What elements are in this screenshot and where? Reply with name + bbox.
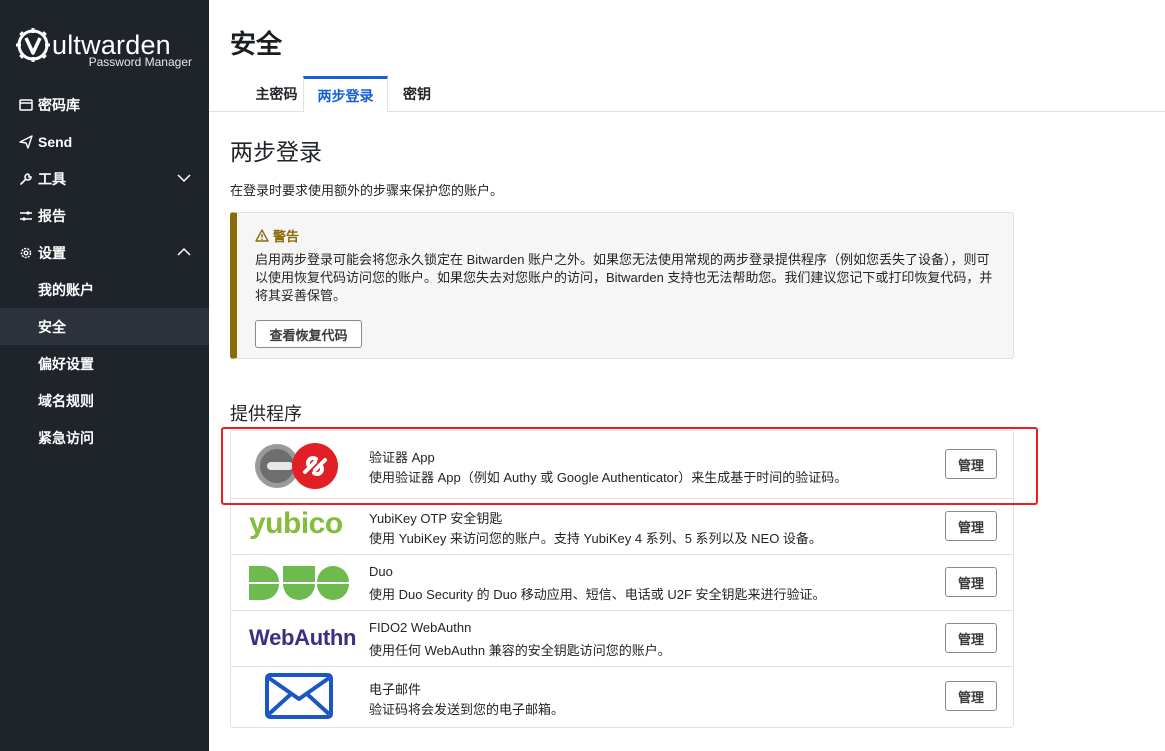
sidebar-item-label: 紧急访问	[38, 429, 94, 446]
webauthn-logo-icon: WebAuthn	[249, 625, 357, 650]
provider-name: FIDO2 WebAuthn	[369, 620, 472, 635]
vault-icon	[18, 97, 34, 113]
duo-logo-icon	[249, 566, 349, 600]
envelope-icon	[265, 673, 333, 719]
two-step-description: 在登录时要求使用额外的步骤来保护您的账户。	[230, 183, 504, 198]
sidebar-item-preferences[interactable]: 偏好设置	[0, 345, 209, 382]
highlight-box	[221, 427, 1038, 505]
providers-heading: 提供程序	[230, 404, 302, 424]
provider-row-duo: Duo 使用 Duo Security 的 Duo 移动应用、短信、电话或 U2…	[231, 555, 1013, 611]
sliders-icon	[18, 208, 34, 224]
tab-two-step-login[interactable]: 两步登录	[303, 76, 388, 113]
sidebar-item-label: 设置	[38, 244, 66, 261]
sidebar-item-label: Send	[38, 133, 73, 150]
main-content: 安全 主密码 两步登录 密钥 两步登录 在登录时要求使用额外的步骤来保护您的账户…	[209, 0, 1165, 751]
chevron-up-icon	[177, 247, 191, 256]
sidebar-item-emergency-access[interactable]: 紧急访问	[0, 419, 209, 456]
sidebar-item-label: 我的账户	[38, 281, 94, 298]
provider-name: 电子邮件	[369, 682, 422, 697]
vaultwarden-logo[interactable]: ultwarden Password Manager	[16, 28, 196, 72]
gear-icon	[18, 245, 34, 261]
sidebar-item-send[interactable]: Send	[0, 123, 209, 160]
sidebar-item-reports[interactable]: 报告	[0, 197, 209, 234]
warning-title: 警告	[255, 226, 299, 245]
manage-email-button[interactable]: 管理	[945, 681, 997, 711]
tab-label: 主密码	[255, 86, 298, 102]
sidebar-item-tools[interactable]: 工具	[0, 160, 209, 197]
warning-triangle-icon	[255, 229, 269, 242]
sidebar-item-settings[interactable]: 设置	[0, 234, 209, 271]
provider-name: YubiKey OTP 安全钥匙	[369, 511, 503, 526]
brand-subtitle: Password Manager	[88, 55, 192, 69]
provider-description: 使用 YubiKey 来访问您的账户。支持 YubiKey 4 系列、5 系列以…	[369, 531, 822, 546]
provider-row-yubikey: yubico YubiKey OTP 安全钥匙 使用 YubiKey 来访问您的…	[231, 499, 1013, 555]
provider-description: 使用任何 WebAuthn 兼容的安全钥匙访问您的账户。	[369, 643, 671, 658]
sidebar-item-label: 密码库	[38, 96, 80, 113]
sidebar-item-label: 安全	[38, 318, 66, 335]
provider-row-email: 电子邮件 验证码将会发送到您的电子邮箱。 管理	[231, 667, 1013, 727]
manage-yubikey-button[interactable]: 管理	[945, 511, 997, 541]
sidebar: ultwarden Password Manager 密码库 Send 工具 报…	[0, 0, 209, 751]
provider-description: 使用 Duo Security 的 Duo 移动应用、短信、电话或 U2F 安全…	[369, 587, 826, 602]
sidebar-item-security[interactable]: 安全	[0, 308, 209, 345]
warning-callout: 警告 启用两步登录可能会将您永久锁定在 Bitwarden 账户之外。如果您无法…	[230, 212, 1014, 359]
sidebar-item-vault[interactable]: 密码库	[0, 86, 209, 123]
two-step-heading: 两步登录	[230, 139, 322, 165]
security-tabs: 主密码 两步登录 密钥	[209, 76, 1165, 113]
page-title: 安全	[230, 29, 283, 59]
sidebar-item-label: 报告	[38, 207, 66, 224]
provider-name: Duo	[369, 564, 393, 579]
warning-text: 启用两步登录可能会将您永久锁定在 Bitwarden 账户之外。如果您无法使用常…	[255, 252, 993, 303]
sidebar-item-label: 域名规则	[38, 392, 94, 409]
chevron-down-icon	[177, 174, 191, 183]
sidebar-item-my-account[interactable]: 我的账户	[0, 271, 209, 308]
warning-title-text: 警告	[273, 229, 300, 244]
sidebar-item-domain-rules[interactable]: 域名规则	[0, 382, 209, 419]
provider-row-webauthn: WebAuthn FIDO2 WebAuthn 使用任何 WebAuthn 兼容…	[231, 611, 1013, 667]
wrench-icon	[18, 171, 34, 187]
tab-label: 密钥	[403, 86, 431, 102]
vaultwarden-gear-logo-icon	[16, 28, 50, 62]
tab-keys[interactable]: 密钥	[389, 76, 445, 112]
tab-label: 两步登录	[317, 87, 374, 104]
manage-webauthn-button[interactable]: 管理	[945, 623, 997, 653]
send-icon	[18, 134, 34, 150]
manage-duo-button[interactable]: 管理	[945, 567, 997, 597]
view-recovery-code-button[interactable]: 查看恢复代码	[255, 320, 362, 348]
yubico-logo-icon: yubico	[249, 507, 343, 540]
provider-description: 验证码将会发送到您的电子邮箱。	[369, 702, 565, 717]
sidebar-item-label: 偏好设置	[38, 355, 94, 372]
sidebar-item-label: 工具	[38, 170, 66, 187]
